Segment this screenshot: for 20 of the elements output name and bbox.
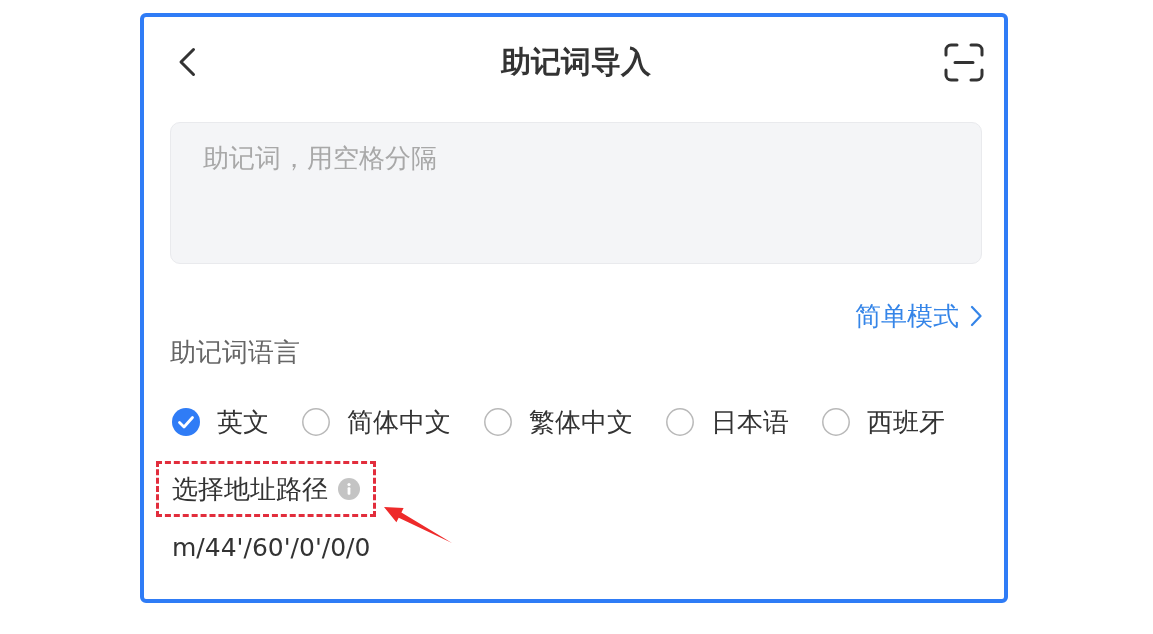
address-path-label: 选择地址路径 [172,473,328,506]
radio-unchecked-icon[interactable] [822,408,850,436]
radio-unchecked-icon[interactable] [484,408,512,436]
scan-icon[interactable] [944,42,984,82]
radio-unchecked-icon[interactable] [666,408,694,436]
language-label: 助记词语言 [170,336,300,369]
mnemonic-input[interactable]: 助记词，用空格分隔 [170,122,982,264]
info-icon[interactable] [338,478,360,500]
language-option[interactable]: 繁体中文 [484,402,633,442]
language-option[interactable]: 英文 [172,402,269,442]
chevron-right-icon [970,305,982,327]
simple-mode-link[interactable]: 简单模式 [855,298,982,334]
language-option[interactable]: 西班牙 [822,402,945,442]
page-title: 助记词导入 [501,43,651,81]
language-option[interactable]: 简体中文 [302,402,451,442]
radio-checked-icon[interactable] [172,408,200,436]
language-option[interactable]: 日本语 [666,402,789,442]
back-icon[interactable] [178,47,196,77]
radio-unchecked-icon[interactable] [302,408,330,436]
address-path-value: m/44'/60'/0'/0/0 [172,532,371,564]
